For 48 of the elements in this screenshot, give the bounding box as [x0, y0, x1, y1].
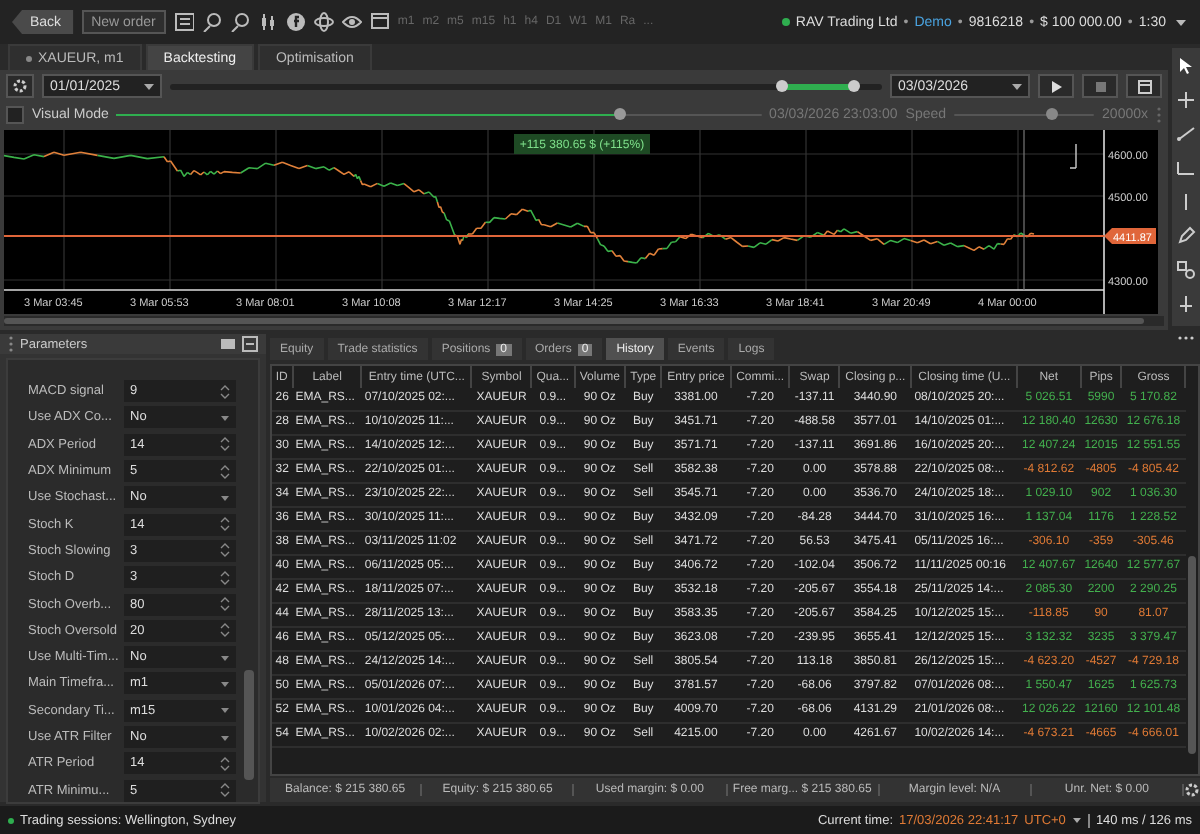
- candlestick-icon[interactable]: [257, 12, 278, 32]
- trend-line-icon[interactable]: [1176, 124, 1196, 144]
- spinner-icon: [220, 542, 230, 559]
- spinner-icon: [220, 596, 230, 613]
- slider-thumb[interactable]: [776, 79, 789, 91]
- pencil-icon[interactable]: [1176, 226, 1196, 246]
- list-icon[interactable]: [173, 12, 194, 32]
- circle-f-icon[interactable]: [285, 12, 306, 32]
- spinner-icon: [220, 516, 230, 533]
- minimize-icon[interactable]: [242, 336, 258, 352]
- shapes-icon[interactable]: [1176, 260, 1196, 280]
- caret-icon: [1012, 81, 1022, 91]
- spinner-icon: [220, 782, 230, 799]
- visual-mode-checkbox[interactable]: [6, 105, 24, 123]
- window-icon[interactable]: [369, 12, 390, 32]
- stop-icon: [1093, 79, 1107, 93]
- spinner-icon: [220, 755, 230, 772]
- spinner-icon: [220, 383, 230, 400]
- slider-thumb[interactable]: [847, 79, 860, 91]
- crosshair-icon[interactable]: [1176, 90, 1196, 110]
- spinner-icon: [220, 436, 230, 453]
- window-icon: [1137, 79, 1151, 93]
- settings-icon: [12, 78, 28, 94]
- scrollbar-thumb[interactable]: [244, 669, 254, 780]
- spinner-icon: [220, 463, 230, 480]
- scrollbar-thumb[interactable]: [1188, 556, 1196, 754]
- spinner-icon: [220, 622, 230, 639]
- bullet-icon: [26, 55, 32, 61]
- caret-icon: [144, 81, 154, 91]
- atom-icon[interactable]: [313, 12, 334, 32]
- settings-button[interactable]: [6, 74, 34, 98]
- horizontal-scrollbar[interactable]: [4, 316, 1164, 326]
- settings-icon[interactable]: [1184, 782, 1200, 798]
- play-icon: [1049, 79, 1063, 93]
- zoom-out-icon[interactable]: [229, 12, 250, 32]
- session-dot: [8, 817, 14, 823]
- slider-thumb[interactable]: [1046, 107, 1059, 119]
- slider-thumb[interactable]: [613, 107, 626, 119]
- connection-dot: [781, 18, 790, 26]
- zoom-in-icon[interactable]: [201, 12, 222, 32]
- ruler-icon[interactable]: [1176, 158, 1196, 178]
- caret-icon[interactable]: [1071, 814, 1082, 826]
- caret-icon[interactable]: [1174, 15, 1188, 29]
- window-button[interactable]: [1126, 74, 1162, 98]
- play-button[interactable]: [1038, 74, 1074, 98]
- spinner-icon: [220, 569, 230, 586]
- eye-icon[interactable]: [341, 12, 362, 32]
- pointer-icon[interactable]: [1176, 56, 1196, 76]
